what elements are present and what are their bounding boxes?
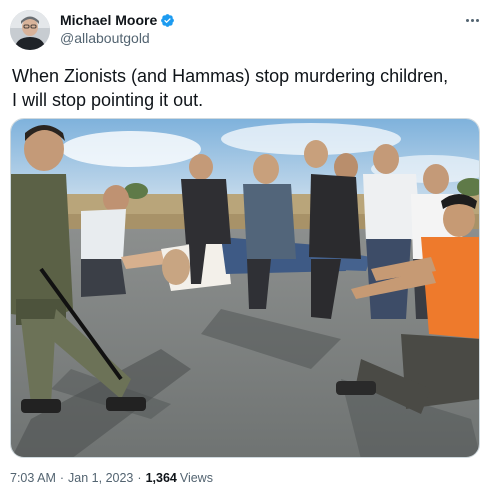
views-label[interactable]: Views [180,471,213,485]
tweet-text-line: When Zionists (and Hammas) stop murderin… [12,66,449,86]
meta-separator: · [59,471,65,485]
author-block: Michael Moore @allaboutgold [60,11,175,46]
tweet-card: Michael Moore @allaboutgold When Zionist… [0,0,496,488]
tweet-media-photo[interactable] [10,118,480,458]
more-dot [470,18,474,22]
meta-separator: · [137,471,142,485]
author-display-name[interactable]: Michael Moore [60,12,157,28]
tweet-time[interactable]: 7:03 AM [10,471,56,485]
author-name-row: Michael Moore [60,11,175,29]
views-count: 1,364 [145,471,177,485]
photo-illustration [11,119,479,457]
verified-badge-icon [160,13,175,28]
more-options-icon[interactable] [462,12,482,28]
tweet-text: When Zionists (and Hammas) stop murderin… [12,64,482,112]
tweet-meta: 7:03 AM · Jan 1, 2023 · 1,364 Views [10,471,213,485]
more-dot [465,18,469,22]
author-avatar[interactable] [10,10,50,50]
more-dot [475,18,479,22]
tweet-date[interactable]: Jan 1, 2023 [68,471,133,485]
author-handle[interactable]: @allaboutgold [60,30,175,46]
tweet-text-line: I will stop pointing it out. [12,90,204,110]
avatar-image [10,10,50,50]
